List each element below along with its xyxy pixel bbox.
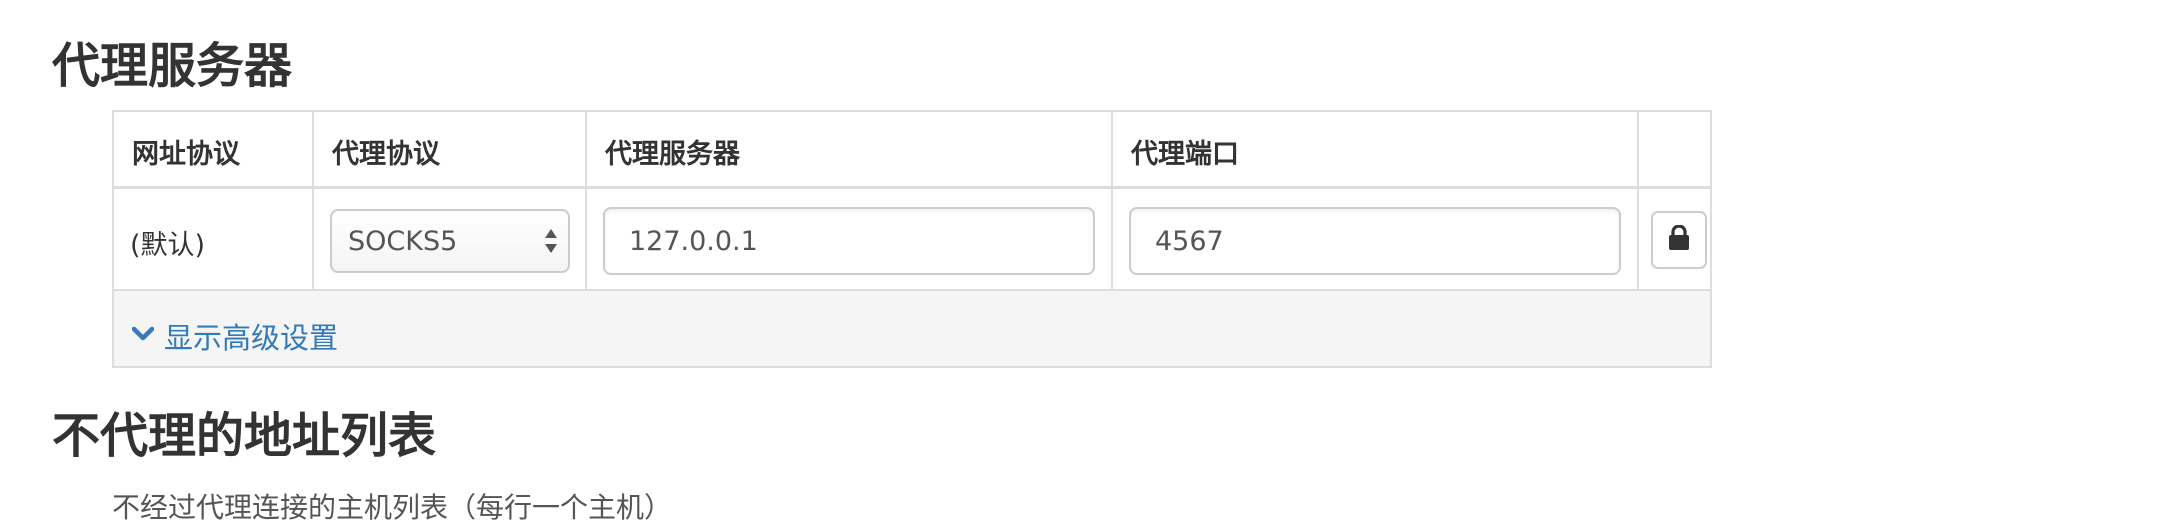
header-url-scheme: 网址协议	[132, 139, 240, 170]
proxy-server-title: 代理服务器	[52, 38, 293, 94]
header-cell-actions	[1639, 112, 1710, 186]
header-cell-server: 代理服务器	[587, 112, 1113, 186]
show-advanced-settings-label: 显示高级设置	[164, 321, 339, 355]
protocol-select[interactable]: SOCKS5	[330, 209, 570, 273]
proxy-port-input[interactable]: 4567	[1129, 207, 1621, 275]
server-cell: 127.0.0.1	[587, 189, 1113, 289]
header-protocol: 代理协议	[332, 139, 440, 170]
proxy-port-value: 4567	[1155, 226, 1224, 257]
bypass-list-description: 不经过代理连接的主机列表（每行一个主机）	[112, 491, 673, 524]
header-port: 代理端口	[1131, 139, 1239, 170]
bypass-list-title: 不代理的地址列表	[52, 408, 437, 464]
protocol-select-value: SOCKS5	[348, 226, 458, 257]
lock-icon	[1667, 224, 1691, 255]
chevron-down-icon	[131, 326, 155, 346]
proxy-settings-table: 网址协议 代理协议 代理服务器 代理端口 (默认) SOCKS5 127.0.0…	[112, 110, 1712, 368]
url-scheme-cell: (默认)	[114, 189, 314, 289]
header-cell-protocol: 代理协议	[314, 112, 587, 186]
port-cell: 4567	[1113, 189, 1639, 289]
table-row: (默认) SOCKS5 127.0.0.1 4567	[114, 189, 1710, 291]
protocol-cell: SOCKS5	[314, 189, 587, 289]
proxy-server-value: 127.0.0.1	[629, 226, 758, 257]
proxy-server-input[interactable]: 127.0.0.1	[603, 207, 1095, 275]
url-scheme-default: (默认)	[130, 230, 206, 261]
advanced-settings-row: 显示高级设置	[114, 291, 1710, 366]
actions-cell	[1639, 189, 1710, 289]
show-advanced-settings-link[interactable]: 显示高级设置	[131, 315, 339, 357]
header-server: 代理服务器	[605, 139, 740, 170]
header-cell-port: 代理端口	[1113, 112, 1639, 186]
table-header-row: 网址协议 代理协议 代理服务器 代理端口	[114, 112, 1710, 189]
select-arrows-icon	[544, 223, 558, 259]
lock-button[interactable]	[1651, 211, 1707, 269]
header-cell-url-scheme: 网址协议	[114, 112, 314, 186]
